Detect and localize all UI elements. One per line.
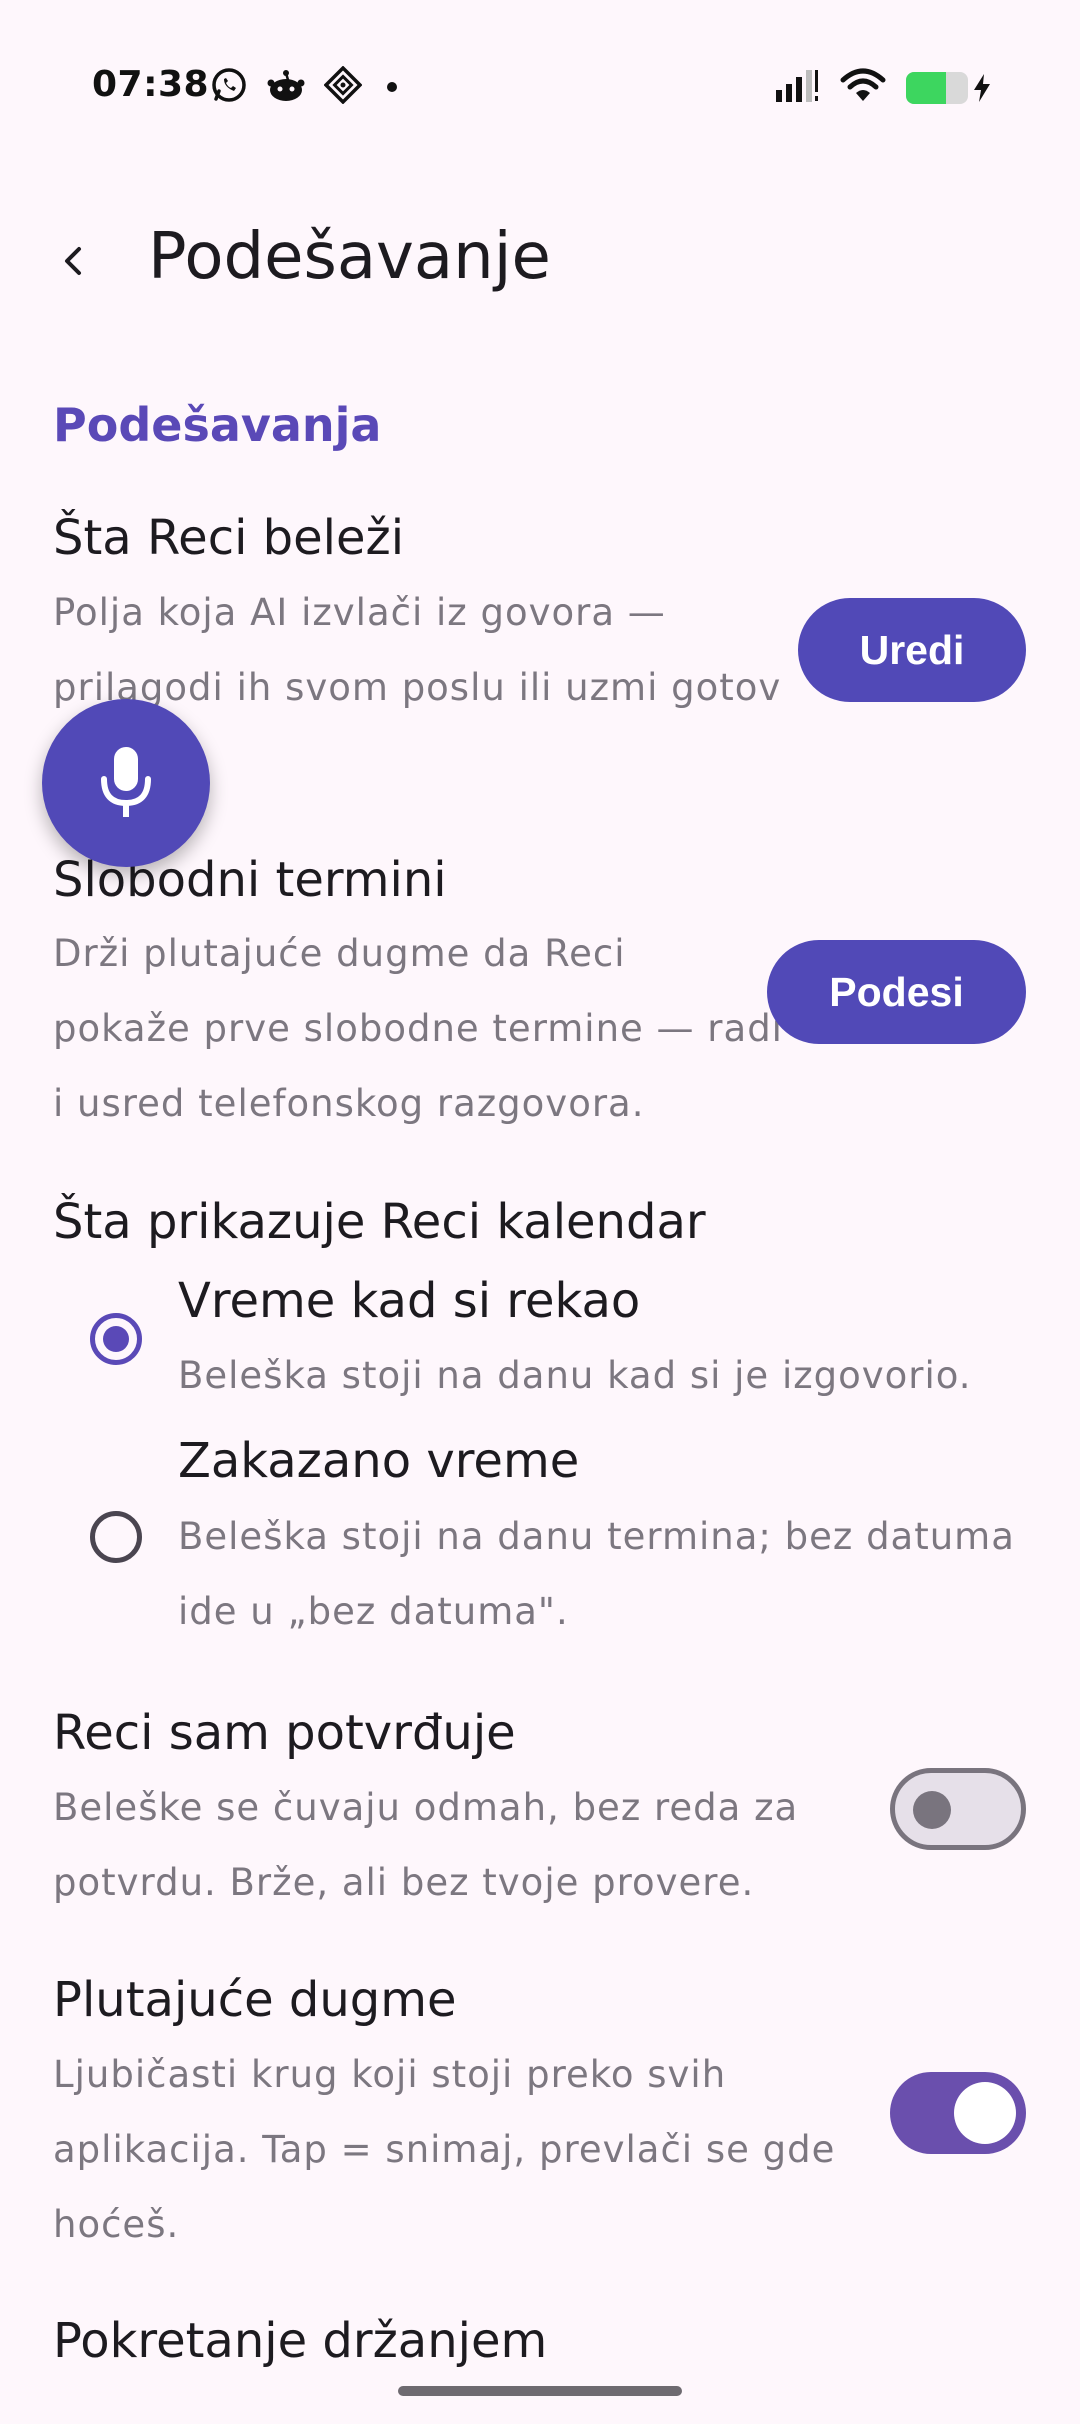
radio-time-said-desc: Beleška stoji na danu kad si je izgovori… [178,1354,972,1397]
free-slots-setting-desc-3: i usred telefonskog razgovora. [53,1082,645,1125]
radio-scheduled-time-desc-2: ide u „bez datuma". [178,1590,569,1633]
radio-scheduled-time-desc-1: Beleška stoji na danu termina; bez datum… [178,1515,1015,1558]
whatsapp-icon [210,66,248,108]
reddit-icon [266,66,306,108]
diamond-app-icon [323,65,363,108]
free-slots-setting-desc-1: Drži plutajuće dugme da Reci [53,932,626,975]
system-status-icons [774,68,992,108]
microphone-icon [101,747,151,817]
status-time: 07:38 [92,64,210,105]
chevron-left-icon [65,247,81,275]
switch-thumb [954,2082,1016,2144]
auto-confirm-setting-title: Reci sam potvrđuje [53,1705,516,1761]
fields-setting-desc-1: Polja koja AI izvlači iz govora — [53,591,666,634]
signal-icon [774,68,820,108]
switch-thumb [913,1791,951,1829]
fields-setting-title: Šta Reci beleži [53,510,405,566]
status-bar: 07:38 [0,0,1080,130]
edit-fields-button[interactable]: Uredi [798,598,1026,702]
more-notifications-dot-icon [380,66,404,108]
radio-scheduled-time[interactable] [90,1511,142,1563]
floating-record-button[interactable] [42,699,210,867]
battery-icon [906,72,968,104]
floating-button-switch[interactable] [890,2072,1026,2154]
radio-time-said[interactable] [90,1313,142,1365]
auto-confirm-switch[interactable] [890,1768,1026,1850]
battery-indicator [906,72,992,104]
free-slots-setting-desc-2: pokaže prve slobodne termine — radi [53,1007,783,1050]
floating-button-setting-title: Plutajuće dugme [53,1972,457,2028]
floating-button-setting-desc-1: Ljubičasti krug koji stoji preko svih [53,2053,727,2096]
configure-free-slots-button[interactable]: Podesi [767,940,1026,1044]
page-title: Podešavanje [148,220,551,294]
battery-fill [906,72,947,104]
hold-start-setting-title[interactable]: Pokretanje držanjem [53,2313,547,2369]
floating-button-setting-desc-2: aplikacija. Tap = snimaj, prevlači se gd… [53,2128,836,2171]
wifi-icon [840,68,886,108]
app-bar: Podešavanje [0,195,1080,315]
home-indicator[interactable] [398,2386,682,2396]
radio-scheduled-time-title: Zakazano vreme [178,1433,580,1489]
auto-confirm-setting-desc-1: Beleške se čuvaju odmah, bez reda za [53,1786,799,1829]
floating-button-setting-desc-3: hoćeš. [53,2203,180,2246]
back-button[interactable] [36,223,112,299]
section-header: Podešavanja [53,398,382,452]
calendar-setting-title: Šta prikazuje Reci kalendar [53,1194,706,1250]
auto-confirm-setting-desc-2: potvrdu. Brže, ali bez tvoje provere. [53,1861,755,1904]
notification-icons [210,65,404,108]
radio-time-said-title: Vreme kad si rekao [178,1273,641,1329]
charging-bolt-icon [974,74,990,102]
settings-screen: 07:38 Podešavanje Podešavanja Šta Reci b… [0,0,1080,2424]
